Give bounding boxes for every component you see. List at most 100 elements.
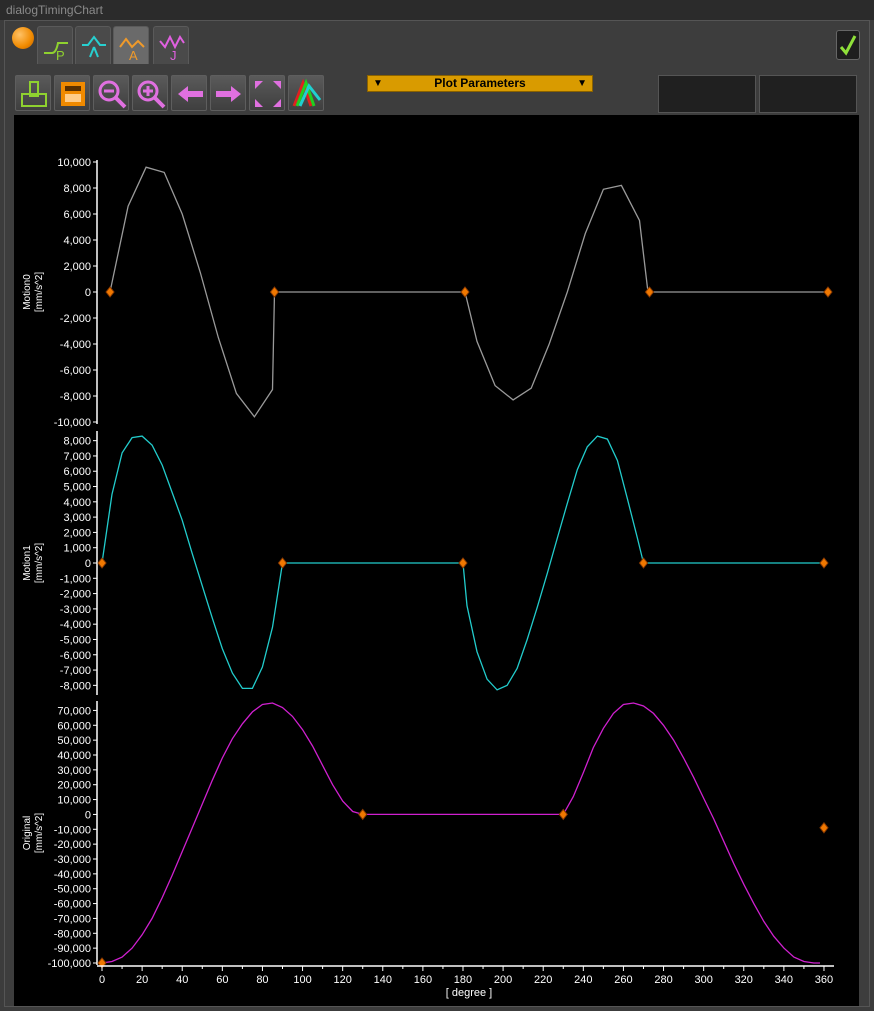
acceleration-curve-icon: A [119, 37, 145, 61]
show-curves-button[interactable] [288, 75, 324, 111]
y-tick-label: -60,000 [54, 899, 91, 911]
y-tick-label: 4,000 [63, 235, 91, 247]
zoom-out-icon [98, 80, 127, 109]
x-tick-label: 340 [775, 974, 793, 986]
knot-marker [460, 286, 470, 298]
fit-view-button[interactable] [249, 75, 285, 111]
export-button[interactable] [15, 75, 51, 111]
pan-left-button[interactable] [171, 75, 207, 111]
y-tick-label: 0 [85, 809, 91, 821]
tab-letter: A [129, 48, 138, 61]
y-tick-label: -50,000 [54, 884, 91, 896]
y-tick-label: 5,000 [63, 482, 91, 494]
y-tick-label: -8,000 [60, 391, 91, 403]
y-axis-label-line: Motion1 [22, 545, 33, 581]
zoom-in-button[interactable] [132, 75, 168, 111]
y-tick-label: -10,000 [54, 824, 91, 836]
tab-letter: J [170, 48, 177, 61]
x-tick-label: 200 [494, 974, 512, 986]
y-tick-label: -3,000 [60, 604, 91, 616]
plot-parameters-label: Plot Parameters [434, 76, 526, 90]
y-tick-label: 2,000 [63, 261, 91, 273]
window-title: dialogTimingChart [0, 0, 874, 20]
x-tick-label: 240 [574, 974, 592, 986]
y-tick-label: 2,000 [63, 527, 91, 539]
pan-right-button[interactable] [210, 75, 246, 111]
y-tick-label: 30,000 [57, 765, 91, 777]
y-axis-label: Motion0 [mm/s^2] [22, 272, 45, 312]
knot-marker [269, 286, 280, 298]
knot-marker [823, 286, 833, 298]
y-tick-label: -2,000 [60, 589, 91, 601]
x-tick-label: 320 [735, 974, 753, 986]
y-tick-label: -4,000 [60, 619, 91, 631]
y-tick-label: -6,000 [60, 365, 91, 377]
y-tick-label: 0 [85, 558, 91, 570]
jerk-curve-icon: J [159, 34, 185, 61]
y-axis-label-line: Motion0 [22, 274, 33, 310]
knot-marker [277, 557, 288, 569]
y-axis-label: Original [mm/s^2] [22, 813, 45, 853]
plot-parameters-dropdown[interactable]: ▼ Plot Parameters ▼ [367, 75, 593, 92]
y-axis-label-line: [mm/s^2] [34, 813, 45, 853]
info-box-2 [759, 75, 857, 113]
arrow-right-icon [216, 86, 241, 102]
tab-jerk[interactable]: J [153, 26, 189, 64]
save-button[interactable] [54, 75, 90, 111]
knot-marker [458, 557, 468, 569]
y-tick-label: 10,000 [57, 157, 91, 169]
position-curve-icon: P [44, 42, 68, 61]
timing-chart-svg: 10,000 8,000 6,000 4,000 2,000 0 -2,000 -4,000 -… [22, 157, 834, 999]
knot-marker [97, 557, 107, 569]
zoom-out-button[interactable] [93, 75, 129, 111]
export-icon [21, 81, 47, 107]
knot-marker [819, 557, 829, 569]
y-tick-label: 0 [85, 287, 91, 299]
curves-icon [292, 78, 322, 107]
save-icon [61, 82, 85, 106]
x-tick-label: 180 [454, 974, 472, 986]
y-tick-label: 6,000 [63, 209, 91, 221]
y-tick-label: 60,000 [57, 720, 91, 732]
y-tick-label: 50,000 [57, 735, 91, 747]
knot-marker [105, 286, 115, 298]
x-tick-label: 0 [99, 974, 105, 986]
zoom-in-icon [137, 80, 166, 109]
x-tick-label: 260 [614, 974, 632, 986]
y-tick-label: 20,000 [57, 780, 91, 792]
x-tick-label: 120 [333, 974, 351, 986]
chevron-down-icon: ▼ [577, 78, 587, 89]
x-tick-label: 100 [293, 974, 311, 986]
tab-velocity[interactable] [75, 26, 111, 64]
info-box-1 [658, 75, 756, 113]
y-tick-label: -8,000 [60, 680, 91, 692]
knot-marker [558, 808, 568, 821]
y-tick-label: 8,000 [63, 183, 91, 195]
y-tick-label: 40,000 [57, 750, 91, 762]
y-axis-label-line: Original [22, 816, 33, 850]
y-tick-label: -70,000 [54, 913, 91, 925]
y-axis-label-line: [mm/s^2] [34, 272, 45, 312]
y-tick-label: -5,000 [60, 634, 91, 646]
y-tick-label: -4,000 [60, 339, 91, 351]
x-axis-label: [ degree ] [446, 987, 492, 999]
knot-marker [358, 808, 368, 821]
velocity-curve-icon [82, 35, 106, 58]
x-tick-label: 20 [136, 974, 148, 986]
tab-acceleration[interactable]: A [113, 26, 149, 64]
tab-position[interactable]: P [37, 26, 73, 64]
y-tick-label: -20,000 [54, 839, 91, 851]
x-tick-label: 80 [256, 974, 268, 986]
y-tick-label: -7,000 [60, 665, 91, 677]
knot-marker [638, 557, 649, 569]
y-tick-label: -100,000 [48, 958, 91, 970]
ok-button[interactable] [836, 30, 860, 60]
y-tick-label: -90,000 [54, 943, 91, 955]
knot-marker [819, 821, 829, 834]
y-tick-label: -2,000 [60, 313, 91, 325]
x-tick-label: 360 [815, 974, 833, 986]
y-tick-label: -1,000 [60, 573, 91, 585]
arrow-left-icon [178, 86, 203, 102]
timing-chart-area[interactable]: 10,000 8,000 6,000 4,000 2,000 0 -2,000 -4,000 -… [14, 115, 859, 1006]
y-axis-label: Motion1 [mm/s^2] [22, 543, 45, 583]
